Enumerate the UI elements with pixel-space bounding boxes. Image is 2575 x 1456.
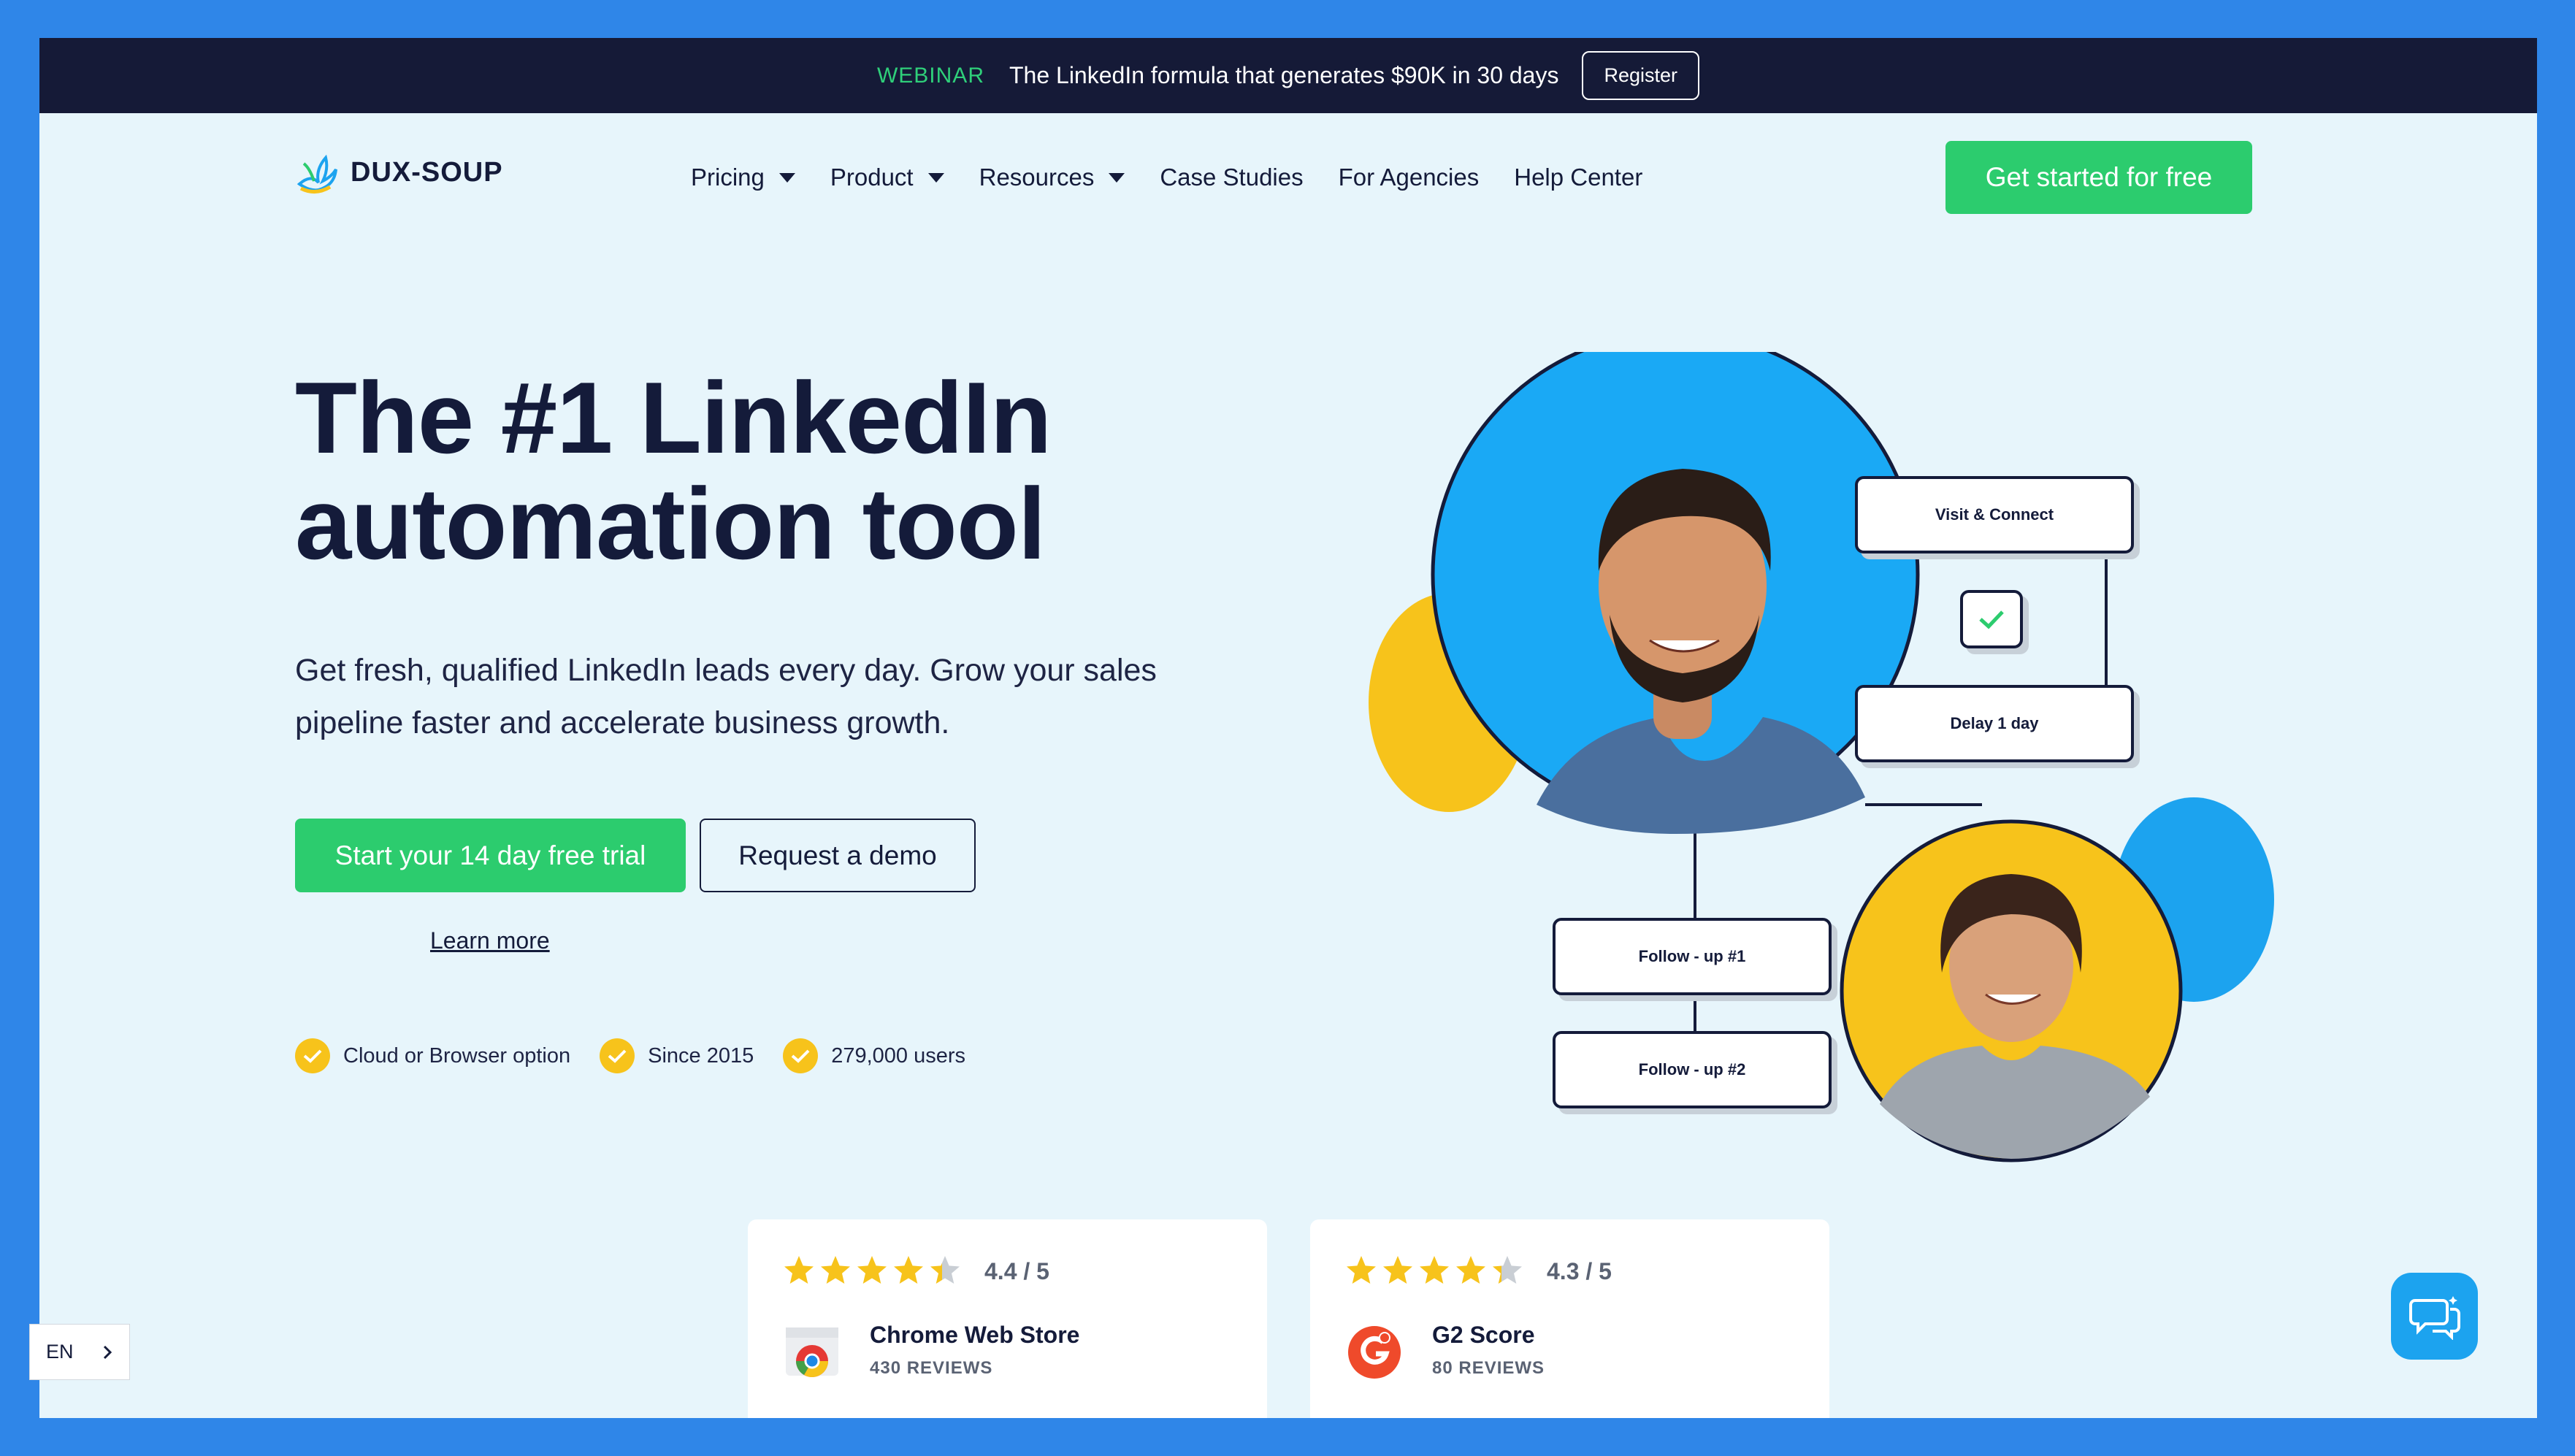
flow-step-delay: Delay 1 day: [1855, 685, 2134, 762]
chevron-right-icon: [103, 1345, 112, 1359]
hero-title-line: automation tool: [295, 467, 1046, 581]
nav-label: Resources: [979, 164, 1095, 191]
star-rating-icon: [1347, 1256, 1522, 1284]
main-nav: Pricing Product Resources Case Studies F…: [691, 164, 1677, 191]
nav-label: Pricing: [691, 164, 765, 191]
hero-subtitle-line: pipeline faster and accelerate business …: [295, 705, 950, 740]
language-code: EN: [46, 1341, 74, 1363]
feature-checks: Cloud or Browser option Since 2015 279,0…: [295, 1038, 965, 1073]
feature-check: Cloud or Browser option: [295, 1038, 570, 1073]
page: WEBINAR The LinkedIn formula that genera…: [39, 38, 2537, 1418]
feature-check-label: Since 2015: [648, 1043, 754, 1068]
nav-resources[interactable]: Resources: [979, 164, 1125, 191]
nav-label: Help Center: [1514, 164, 1643, 191]
logo[interactable]: DUX-SOUP: [296, 147, 503, 197]
check-icon: [783, 1038, 819, 1073]
start-trial-button[interactable]: Start your 14 day free trial: [295, 819, 686, 892]
review-card-chrome[interactable]: 4.4 / 5 Chrome Web Store 430 REVIEWS: [748, 1219, 1267, 1418]
nav-help-center[interactable]: Help Center: [1514, 164, 1642, 191]
star-icon: [784, 1256, 814, 1284]
g2-icon: [1348, 1326, 1401, 1379]
nav-case-studies[interactable]: Case Studies: [1160, 164, 1303, 191]
chat-icon: [2408, 1295, 2460, 1340]
request-demo-button[interactable]: Request a demo: [700, 819, 976, 892]
rating-stars: 4.3 / 5: [1345, 1254, 1612, 1288]
nav-label: For Agencies: [1338, 164, 1480, 191]
star-icon: [894, 1256, 923, 1284]
nav-label: Case Studies: [1160, 164, 1304, 191]
review-score: 4.3 / 5: [1547, 1257, 1612, 1284]
hero-subtitle-line: Get fresh, qualified LinkedIn leads ever…: [295, 653, 1157, 688]
hero-illustration: Visit & Connect Delay 1 day Follow - up …: [1354, 352, 2303, 1170]
feature-check-label: 279,000 users: [831, 1043, 966, 1068]
bird-logo-icon: [296, 154, 337, 194]
rating-stars: 4.4 / 5: [783, 1254, 1049, 1288]
review-card-g2[interactable]: 4.3 / 5 G2 Score 80 REVIEWS: [1310, 1219, 1829, 1418]
chat-button[interactable]: [2391, 1273, 2478, 1360]
review-count: 430 REVIEWS: [870, 1358, 993, 1378]
nav-for-agencies[interactable]: For Agencies: [1339, 164, 1480, 191]
webinar-tag: WEBINAR: [876, 63, 984, 88]
nav-product[interactable]: Product: [830, 164, 944, 191]
review-count: 80 REVIEWS: [1432, 1358, 1545, 1378]
review-score: 4.4 / 5: [984, 1257, 1049, 1284]
flow-step-check: [1960, 590, 2023, 648]
webinar-message[interactable]: The LinkedIn formula that generates $90K…: [1009, 62, 1558, 89]
flow-step-visit-connect: Visit & Connect: [1855, 476, 2134, 553]
star-icon: [1420, 1256, 1449, 1284]
star-icon: [1347, 1256, 1376, 1284]
star-icon: [857, 1256, 887, 1284]
language-selector[interactable]: EN: [29, 1324, 130, 1380]
hero-title: The #1 LinkedIn automation tool: [295, 365, 1244, 577]
star-icon: [930, 1256, 960, 1284]
register-button[interactable]: Register: [1582, 51, 1700, 100]
hero-subtitle: Get fresh, qualified LinkedIn leads ever…: [295, 644, 1317, 749]
check-icon: [295, 1038, 330, 1073]
review-source-name: Chrome Web Store: [870, 1322, 1080, 1348]
star-icon: [1383, 1256, 1412, 1284]
flow-step-follow-up-1: Follow - up #1: [1553, 918, 1832, 995]
get-started-button[interactable]: Get started for free: [1945, 141, 2252, 214]
learn-more-link[interactable]: Learn more: [430, 927, 550, 954]
star-rating-icon: [784, 1256, 960, 1284]
feature-check: 279,000 users: [783, 1038, 965, 1073]
review-source-name: G2 Score: [1432, 1322, 1535, 1348]
nav-pricing[interactable]: Pricing: [691, 164, 795, 191]
nav-label: Product: [830, 164, 914, 191]
logo-text: DUX-SOUP: [351, 156, 503, 188]
feature-check: Since 2015: [600, 1038, 754, 1073]
hero-title-line: The #1 LinkedIn: [295, 361, 1052, 475]
star-icon: [821, 1256, 850, 1284]
check-icon: [1979, 610, 2004, 629]
webinar-banner: WEBINAR The LinkedIn formula that genera…: [39, 38, 2537, 113]
check-icon: [600, 1038, 635, 1073]
star-icon: [1456, 1256, 1485, 1284]
chrome-store-icon: [786, 1327, 838, 1377]
caret-down-icon: [778, 172, 795, 183]
caret-down-icon: [1109, 172, 1125, 183]
flow-step-follow-up-2: Follow - up #2: [1553, 1031, 1832, 1108]
feature-check-label: Cloud or Browser option: [343, 1043, 571, 1068]
star-icon: [1493, 1256, 1522, 1284]
caret-down-icon: [927, 172, 944, 183]
